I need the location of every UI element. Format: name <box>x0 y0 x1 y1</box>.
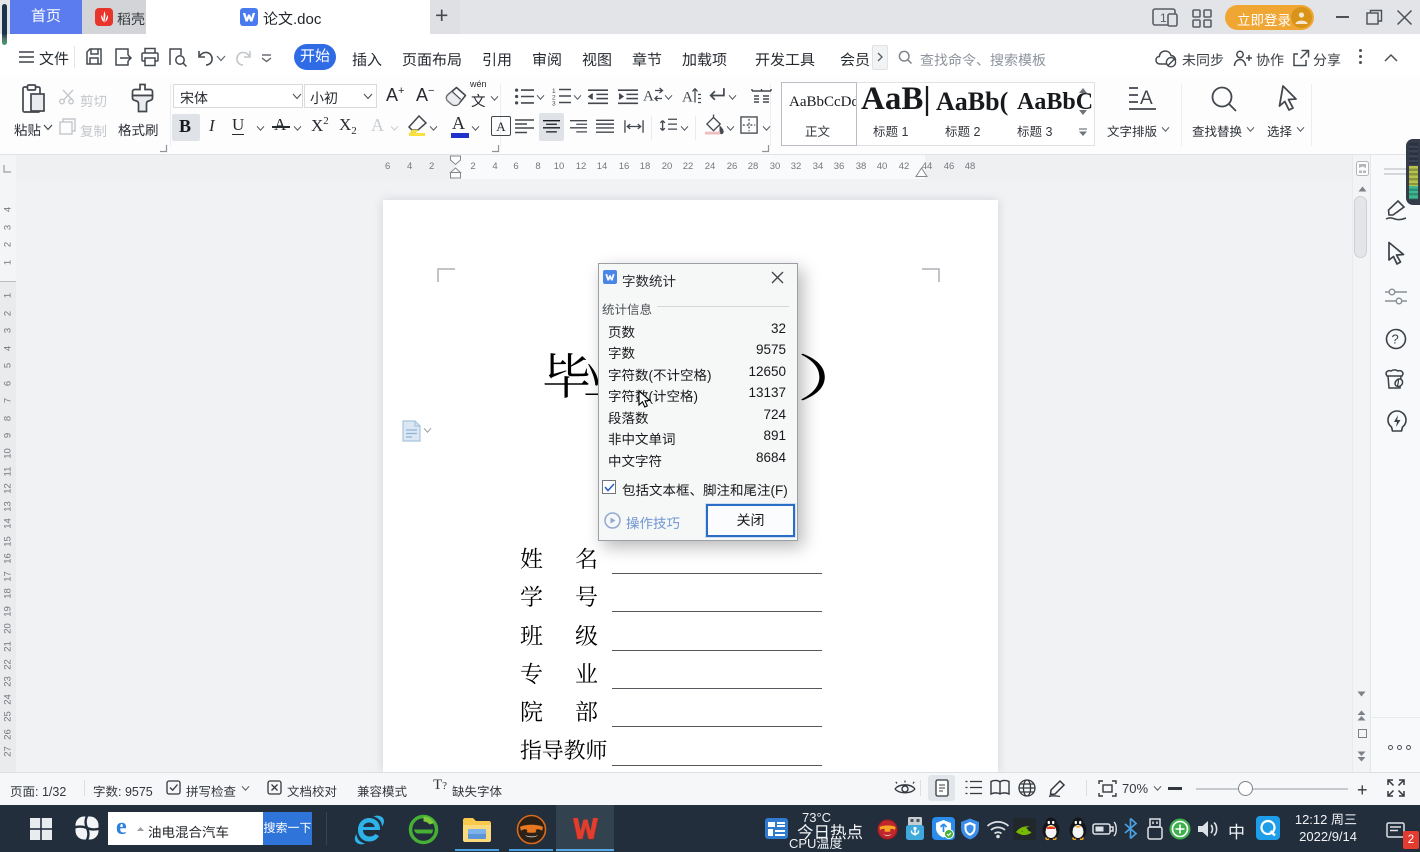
svg-text:1: 1 <box>1160 11 1167 25</box>
svg-text:A: A <box>643 89 654 105</box>
svg-text:?: ? <box>1392 332 1399 347</box>
svg-text:3: 3 <box>552 101 556 108</box>
svg-text:A: A <box>1140 88 1153 109</box>
svg-text:A: A <box>682 90 693 106</box>
